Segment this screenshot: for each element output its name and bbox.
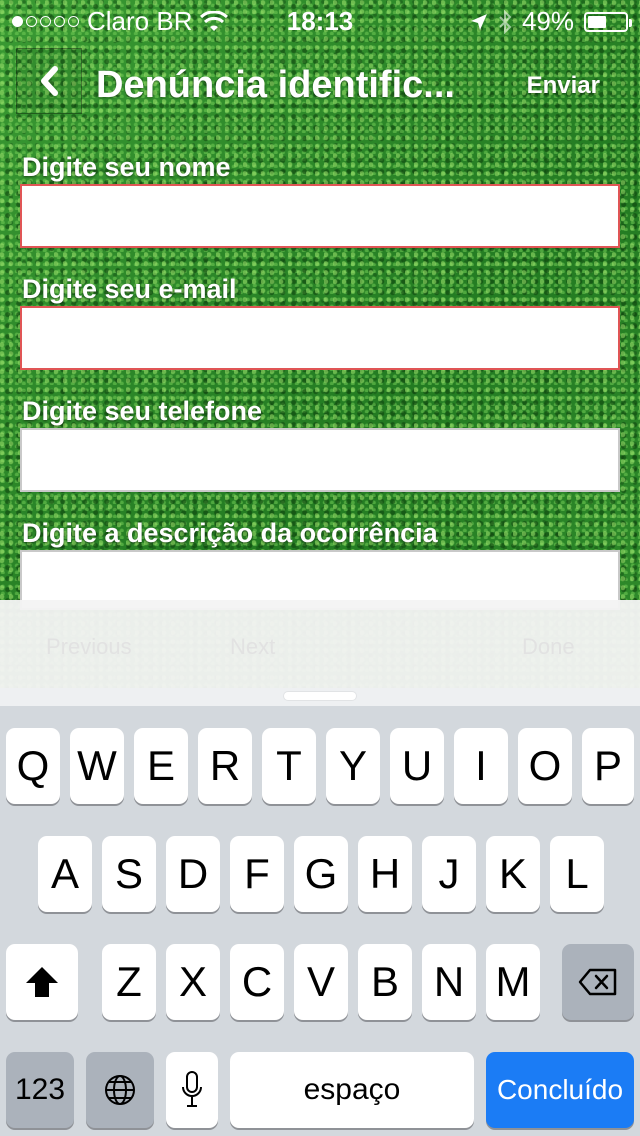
globe-key[interactable] xyxy=(86,1052,154,1128)
key-s[interactable]: S xyxy=(102,836,156,912)
key-h[interactable]: H xyxy=(358,836,412,912)
keyboard: Q W E R T Y U I O P A S D F G H J K L Z … xyxy=(0,688,640,1136)
phone-label: Digite seu telefone xyxy=(22,396,263,426)
key-u[interactable]: U xyxy=(390,728,444,804)
status-right: 49% xyxy=(470,6,632,37)
shift-icon xyxy=(26,967,58,997)
description-label: Digite a descrição da ocorrência xyxy=(22,518,438,548)
battery-fill xyxy=(588,15,606,28)
phone-field[interactable] xyxy=(20,428,620,492)
send-button[interactable]: Enviar xyxy=(527,72,600,100)
key-x[interactable]: X xyxy=(166,944,220,1020)
microphone-key[interactable] xyxy=(166,1052,218,1128)
key-w[interactable]: W xyxy=(70,728,124,804)
key-n[interactable]: N xyxy=(422,944,476,1020)
microphone-icon xyxy=(182,1071,202,1107)
key-c[interactable]: C xyxy=(230,944,284,1020)
key-l[interactable]: L xyxy=(550,836,604,912)
back-button[interactable] xyxy=(16,48,82,114)
key-d[interactable]: D xyxy=(166,836,220,912)
shift-key[interactable] xyxy=(6,944,78,1020)
name-label: Digite seu nome xyxy=(22,152,231,182)
next-button[interactable]: Next xyxy=(230,634,275,660)
location-arrow-icon xyxy=(470,13,487,30)
key-i[interactable]: I xyxy=(454,728,508,804)
bluetooth-icon xyxy=(499,9,512,34)
navigation-bar: Denúncia identific... Enviar xyxy=(0,40,640,128)
chevron-left-icon xyxy=(41,66,58,96)
previous-button[interactable]: Previous xyxy=(46,634,132,660)
battery-percentage: 49% xyxy=(521,6,574,36)
backspace-icon xyxy=(578,968,617,996)
done-key[interactable]: Concluído xyxy=(486,1052,634,1128)
key-t[interactable]: T xyxy=(262,728,316,804)
key-r[interactable]: R xyxy=(198,728,252,804)
key-b[interactable]: B xyxy=(358,944,412,1020)
battery-icon xyxy=(584,11,632,32)
email-label: Digite seu e-mail xyxy=(22,274,237,304)
key-f[interactable]: F xyxy=(230,836,284,912)
key-z[interactable]: Z xyxy=(102,944,156,1020)
status-bar: Claro BR 18:13 49% xyxy=(0,0,640,40)
key-y[interactable]: Y xyxy=(326,728,380,804)
numbers-key[interactable]: 123 xyxy=(6,1052,74,1128)
key-e[interactable]: E xyxy=(134,728,188,804)
key-g[interactable]: G xyxy=(294,836,348,912)
key-v[interactable]: V xyxy=(294,944,348,1020)
done-button[interactable]: Done xyxy=(522,634,575,660)
key-o[interactable]: O xyxy=(518,728,572,804)
email-field[interactable] xyxy=(20,306,620,370)
key-a[interactable]: A xyxy=(38,836,92,912)
keyboard-accessory-toolbar: Previous Next Done xyxy=(0,600,640,688)
key-j[interactable]: J xyxy=(422,836,476,912)
key-k[interactable]: K xyxy=(486,836,540,912)
page-title: Denúncia identific... xyxy=(96,64,455,106)
backspace-key[interactable] xyxy=(562,944,634,1020)
key-p[interactable]: P xyxy=(582,728,634,804)
keyboard-grabber-handle[interactable] xyxy=(284,692,356,700)
space-key[interactable]: espaço xyxy=(230,1052,474,1128)
key-m[interactable]: M xyxy=(486,944,540,1020)
globe-icon xyxy=(105,1075,135,1105)
key-q[interactable]: Q xyxy=(6,728,60,804)
name-field[interactable] xyxy=(20,184,620,248)
